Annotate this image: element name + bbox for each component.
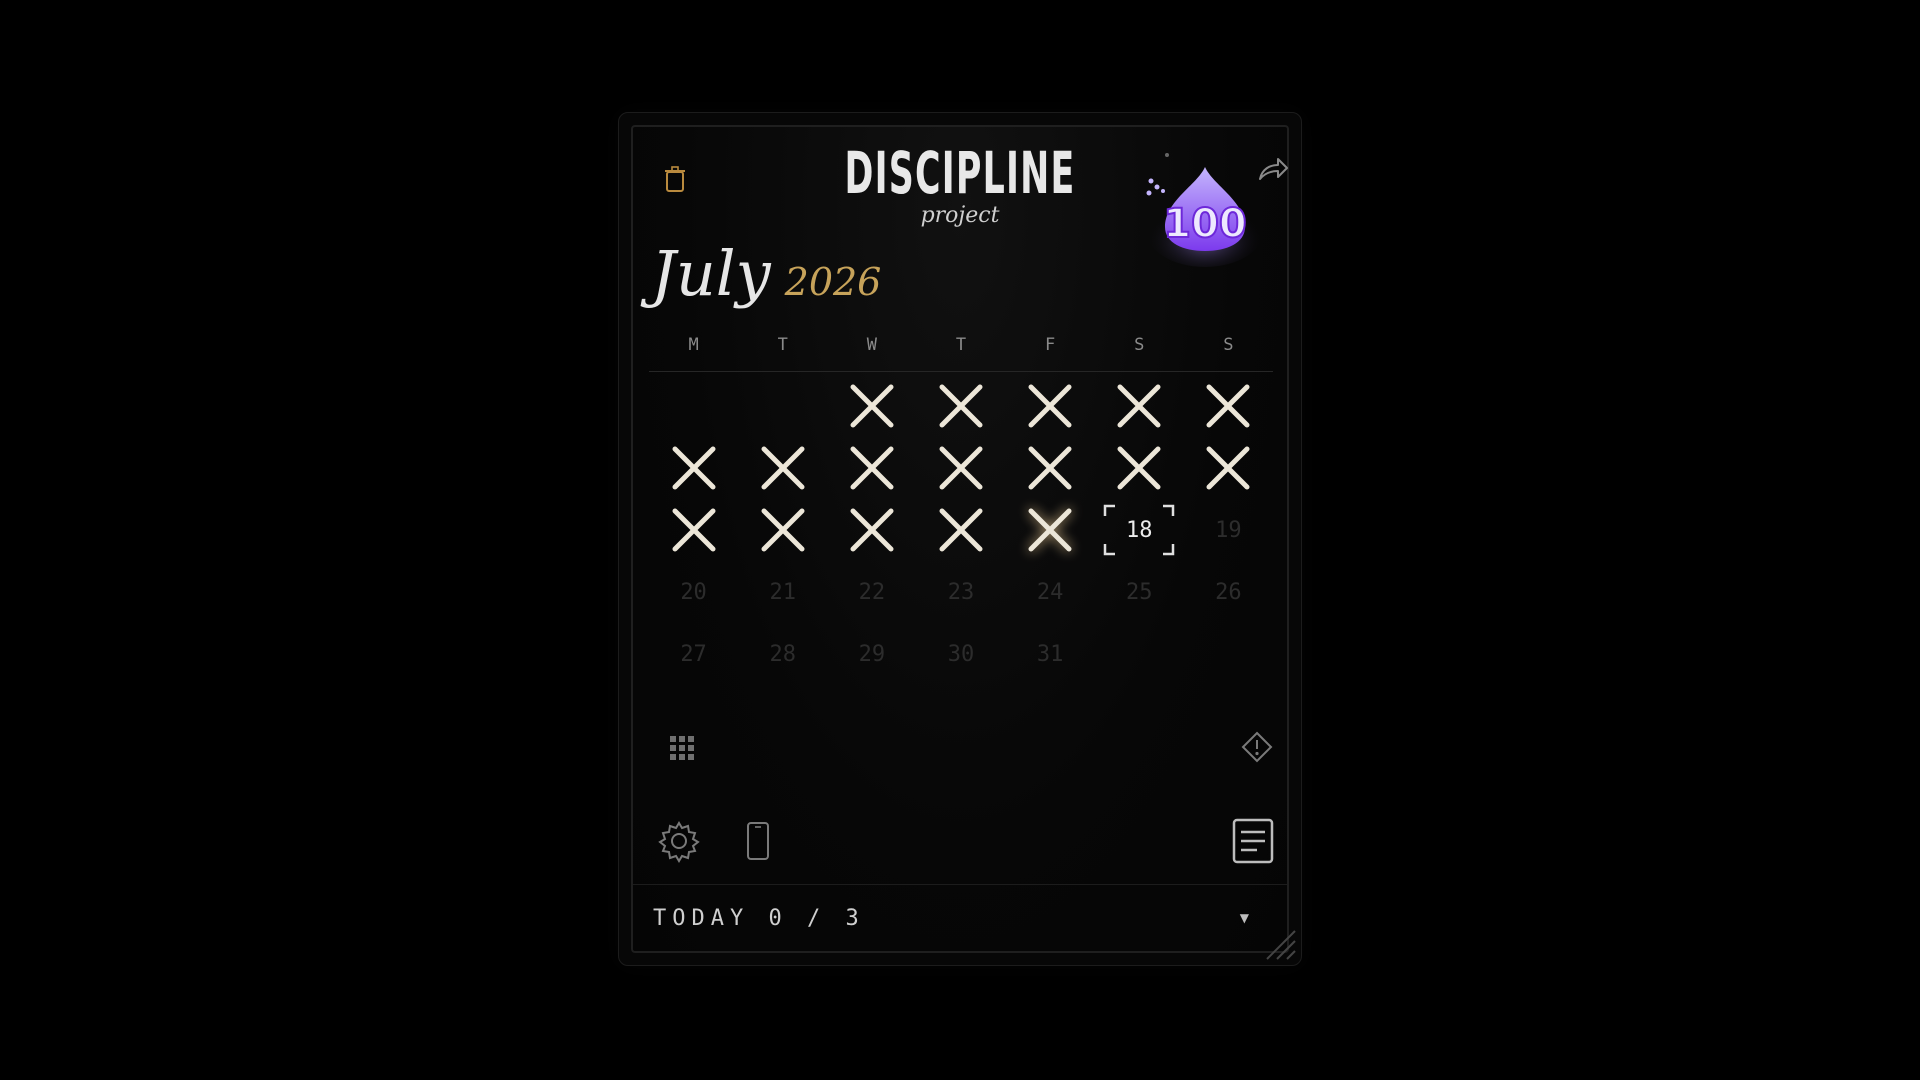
trash-icon[interactable] <box>663 165 687 193</box>
calendar-day-future[interactable]: 28 <box>738 623 827 685</box>
weekday-label: T <box>955 335 967 355</box>
diamond-alert-icon[interactable] <box>1241 731 1273 763</box>
calendar-day-future[interactable]: 19 <box>1184 499 1273 561</box>
widget-panel: DISCIPLINE project 100 July 2026 M T W T… <box>631 125 1296 960</box>
phone-icon[interactable] <box>745 821 771 861</box>
grid-icon[interactable] <box>667 733 697 763</box>
today-bracket <box>1104 504 1175 556</box>
today-progress: TODAY 0 / 3 <box>653 906 865 931</box>
calendar-day-future[interactable]: 22 <box>827 561 916 623</box>
weekday-label: F <box>1045 335 1056 355</box>
calendar-day-number: 26 <box>1215 579 1242 605</box>
calendar-day-completed[interactable] <box>1095 375 1184 437</box>
calendar-day-completed[interactable] <box>649 499 738 561</box>
calendar-day-number: 30 <box>947 641 975 667</box>
calendar-empty-cell <box>649 375 738 437</box>
completed-x-icon <box>1206 384 1250 428</box>
calendar-day-completed[interactable] <box>1184 437 1273 499</box>
calendar-day-completed[interactable] <box>916 437 1005 499</box>
completed-x-icon <box>850 508 894 552</box>
calendar-day-number: 22 <box>858 579 886 605</box>
weekday-label: S <box>1223 335 1234 355</box>
completed-x-icon <box>672 446 716 490</box>
calendar-day-completed[interactable] <box>1006 499 1095 561</box>
completed-x-icon <box>850 446 894 490</box>
calendar-day-completed[interactable] <box>827 375 916 437</box>
completed-x-icon <box>1028 446 1072 490</box>
completed-x-icon <box>939 446 983 490</box>
completed-x-icon <box>1117 384 1161 428</box>
calendar-day-number: 27 <box>680 641 707 667</box>
resize-handle-icon[interactable] <box>1261 925 1297 961</box>
calendar-day-completed[interactable] <box>1095 437 1184 499</box>
completed-x-icon <box>1028 384 1072 428</box>
calendar-day-completed[interactable] <box>1006 437 1095 499</box>
calendar-day-number: 20 <box>680 579 707 605</box>
calendar-empty-cell <box>738 375 827 437</box>
completed-x-icon <box>939 508 983 552</box>
completed-x-icon <box>850 384 894 428</box>
calendar-day-completed[interactable] <box>1006 375 1095 437</box>
calendar-day-number: 21 <box>769 579 796 605</box>
calendar-day-future[interactable]: 26 <box>1184 561 1273 623</box>
calendar-day-completed[interactable] <box>916 375 1005 437</box>
calendar-day-completed[interactable] <box>738 437 827 499</box>
share-icon[interactable] <box>1254 155 1290 185</box>
calendar-day-future[interactable]: 30 <box>916 623 1005 685</box>
weekday-header: M T W T F S S <box>649 335 1273 372</box>
calendar-day-today[interactable]: 18 <box>1095 499 1184 561</box>
completed-x-icon <box>761 446 805 490</box>
calendar-day-future[interactable]: 25 <box>1095 561 1184 623</box>
month-name: July <box>651 237 771 310</box>
weekday-label: T <box>777 335 788 355</box>
calendar-day-number: 19 <box>1215 517 1242 543</box>
calendar-day-number: 28 <box>769 641 796 667</box>
discipline-widget: DISCIPLINE project 100 July 2026 M T W T… <box>618 112 1302 966</box>
today-count: 0 / 3 <box>768 905 865 931</box>
calendar-day-number: 31 <box>1036 641 1064 667</box>
weekday-label: M <box>688 335 699 355</box>
completed-x-icon <box>1028 508 1072 552</box>
badge-value: 100 <box>1163 201 1247 247</box>
weekday-label: W <box>866 335 877 355</box>
streak-badge[interactable]: 100 <box>1141 151 1269 269</box>
calendar-day-future[interactable]: 23 <box>916 561 1005 623</box>
calendar-day-completed[interactable] <box>649 437 738 499</box>
month-heading: July 2026 <box>651 237 881 310</box>
calendar-day-number: 23 <box>947 579 975 605</box>
month-year: 2026 <box>784 260 882 304</box>
caret-down-icon[interactable]: ▼ <box>1240 911 1249 925</box>
calendar-day-future[interactable]: 27 <box>649 623 738 685</box>
gear-icon[interactable] <box>657 819 701 863</box>
calendar-day-number: 24 <box>1036 579 1064 605</box>
calendar-day-completed[interactable] <box>738 499 827 561</box>
calendar-day-future[interactable]: 20 <box>649 561 738 623</box>
notes-icon[interactable] <box>1229 817 1277 865</box>
calendar-day-completed[interactable] <box>827 437 916 499</box>
app-title: DISCIPLINE <box>844 139 1076 207</box>
calendar-day-future[interactable]: 29 <box>827 623 916 685</box>
completed-x-icon <box>1117 446 1161 490</box>
calendar-day-completed[interactable] <box>827 499 916 561</box>
calendar-day-future[interactable]: 24 <box>1006 561 1095 623</box>
calendar-day-number: 25 <box>1126 579 1153 605</box>
weekday-label: S <box>1134 335 1145 355</box>
today-label: TODAY <box>653 905 750 931</box>
completed-x-icon <box>761 508 805 552</box>
today-progress-bar[interactable]: TODAY 0 / 3 ▼ <box>633 884 1287 951</box>
completed-x-icon <box>672 508 716 552</box>
calendar-day-completed[interactable] <box>916 499 1005 561</box>
calendar-day-future[interactable]: 21 <box>738 561 827 623</box>
completed-x-icon <box>939 384 983 428</box>
calendar-day-number: 29 <box>858 641 886 667</box>
calendar-day-completed[interactable] <box>1184 375 1273 437</box>
completed-x-icon <box>1206 446 1250 490</box>
calendar-day-future[interactable]: 31 <box>1006 623 1095 685</box>
calendar-grid: 18 19 20 21 22 23 24 25 26 27 28 29 30 3… <box>649 375 1273 685</box>
